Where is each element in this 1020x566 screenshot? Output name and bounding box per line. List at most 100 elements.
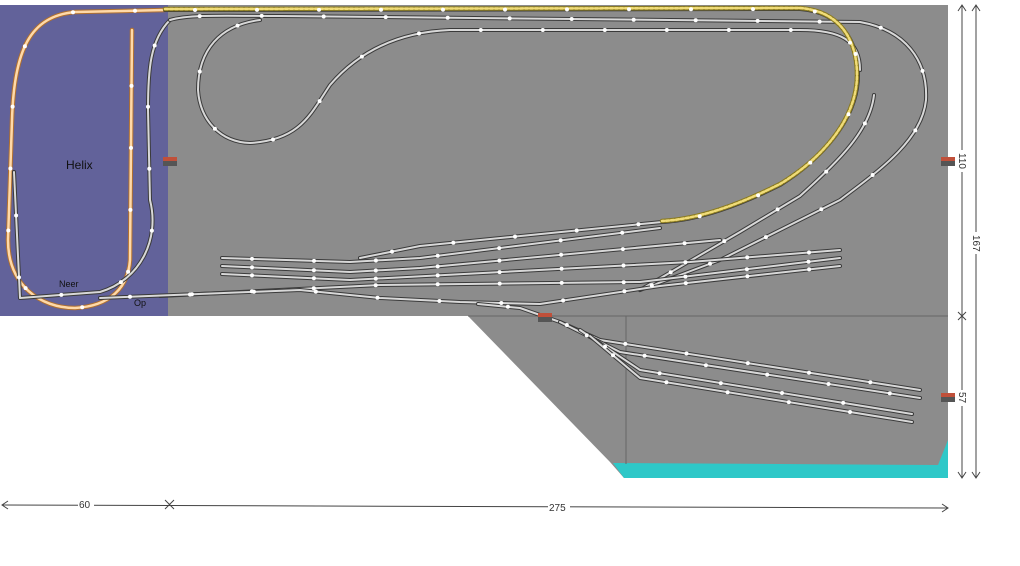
track-joint bbox=[722, 239, 727, 244]
track-joint bbox=[745, 255, 750, 260]
track-joint bbox=[848, 410, 852, 414]
track-joint bbox=[611, 353, 615, 358]
track-joint bbox=[435, 282, 440, 287]
track-joint bbox=[620, 230, 625, 235]
track-joint bbox=[807, 250, 811, 255]
track-joint bbox=[129, 145, 133, 150]
track-joint bbox=[808, 160, 813, 165]
track-joint bbox=[806, 259, 811, 264]
track-joint bbox=[390, 249, 394, 254]
track-joint bbox=[558, 238, 563, 243]
track-joint bbox=[375, 295, 380, 300]
dimension-vertical: 110 167 57 bbox=[956, 4, 983, 479]
track-joint bbox=[312, 258, 316, 263]
track-joint bbox=[642, 353, 647, 358]
dimension-label: 167 bbox=[970, 235, 981, 252]
track-joint bbox=[251, 289, 256, 294]
track-joint bbox=[441, 7, 445, 12]
track-joint bbox=[118, 280, 123, 285]
track-joint bbox=[853, 52, 858, 56]
track-joint bbox=[271, 137, 275, 142]
track-joint bbox=[751, 7, 755, 12]
track-joint bbox=[197, 14, 202, 19]
track-joint bbox=[683, 260, 688, 265]
track-joint bbox=[445, 15, 450, 20]
track-joint bbox=[383, 15, 388, 20]
track-joint bbox=[603, 344, 607, 349]
dimension-horizontal: 60 275 bbox=[1, 498, 949, 514]
track-joint bbox=[703, 363, 708, 368]
track-joint bbox=[17, 275, 21, 280]
track-joint bbox=[621, 263, 626, 268]
track-joint bbox=[621, 280, 626, 285]
track-joint bbox=[812, 9, 817, 14]
track-joint bbox=[147, 166, 152, 171]
track-joint bbox=[817, 19, 822, 24]
track-joint bbox=[565, 7, 569, 12]
track-joint bbox=[59, 292, 64, 297]
track-joint bbox=[311, 276, 316, 281]
track-joint bbox=[10, 104, 15, 109]
track-joint bbox=[499, 301, 504, 305]
track-joint bbox=[697, 214, 702, 219]
track-joint bbox=[559, 280, 564, 285]
track-joint bbox=[250, 273, 254, 278]
track-joint bbox=[763, 235, 768, 240]
track-joint bbox=[868, 380, 873, 385]
track-joint bbox=[664, 28, 669, 32]
track-joint bbox=[478, 28, 483, 32]
track-joint bbox=[682, 241, 687, 246]
track-joint bbox=[128, 207, 133, 212]
track-joint bbox=[718, 381, 723, 386]
track-joint bbox=[887, 391, 892, 396]
track-joint bbox=[133, 8, 137, 13]
track-joint bbox=[786, 400, 791, 405]
helix-label: Helix bbox=[66, 158, 93, 172]
track-joint bbox=[373, 258, 378, 263]
track-joint bbox=[683, 274, 688, 279]
signal-icon bbox=[941, 393, 955, 402]
track-joint bbox=[878, 25, 883, 30]
track-joint bbox=[503, 7, 507, 12]
track-joint bbox=[775, 207, 780, 212]
track-joint bbox=[373, 283, 378, 288]
track-joint bbox=[559, 266, 564, 271]
track-joint bbox=[435, 253, 440, 258]
track-joint bbox=[6, 228, 11, 233]
track-joint bbox=[569, 17, 574, 21]
track-joint bbox=[513, 234, 517, 239]
track-joint bbox=[129, 83, 134, 88]
track-joint bbox=[8, 166, 13, 171]
track-joint bbox=[561, 298, 566, 303]
track-joint bbox=[620, 247, 625, 252]
track-joint bbox=[726, 28, 731, 32]
track-joint bbox=[417, 31, 421, 36]
track-joint bbox=[693, 18, 698, 23]
dimension-label: 275 bbox=[549, 503, 566, 514]
track-joint bbox=[197, 69, 202, 74]
track-joint bbox=[862, 121, 867, 126]
track-joint bbox=[622, 289, 627, 294]
track-joint bbox=[913, 128, 918, 133]
track-joint bbox=[745, 361, 750, 366]
track-joint bbox=[649, 283, 654, 288]
track-joint bbox=[313, 289, 318, 294]
track-joint bbox=[780, 391, 784, 395]
track-joint bbox=[152, 43, 157, 48]
track-joint bbox=[71, 10, 75, 15]
track-joint bbox=[564, 323, 569, 327]
dimension-label: 60 bbox=[79, 500, 91, 511]
track-joint bbox=[846, 112, 851, 117]
track-joint bbox=[311, 268, 316, 273]
track-joint bbox=[22, 44, 27, 49]
track-joint bbox=[807, 370, 811, 375]
track-joint bbox=[631, 17, 636, 22]
track-joint bbox=[848, 40, 852, 45]
track-joint bbox=[250, 256, 254, 261]
down-label: Neer bbox=[59, 279, 79, 289]
track-joint bbox=[451, 240, 456, 245]
track-joint bbox=[689, 7, 693, 12]
track-joint bbox=[497, 281, 502, 286]
track-joint bbox=[497, 270, 502, 275]
track-joint bbox=[497, 258, 502, 263]
